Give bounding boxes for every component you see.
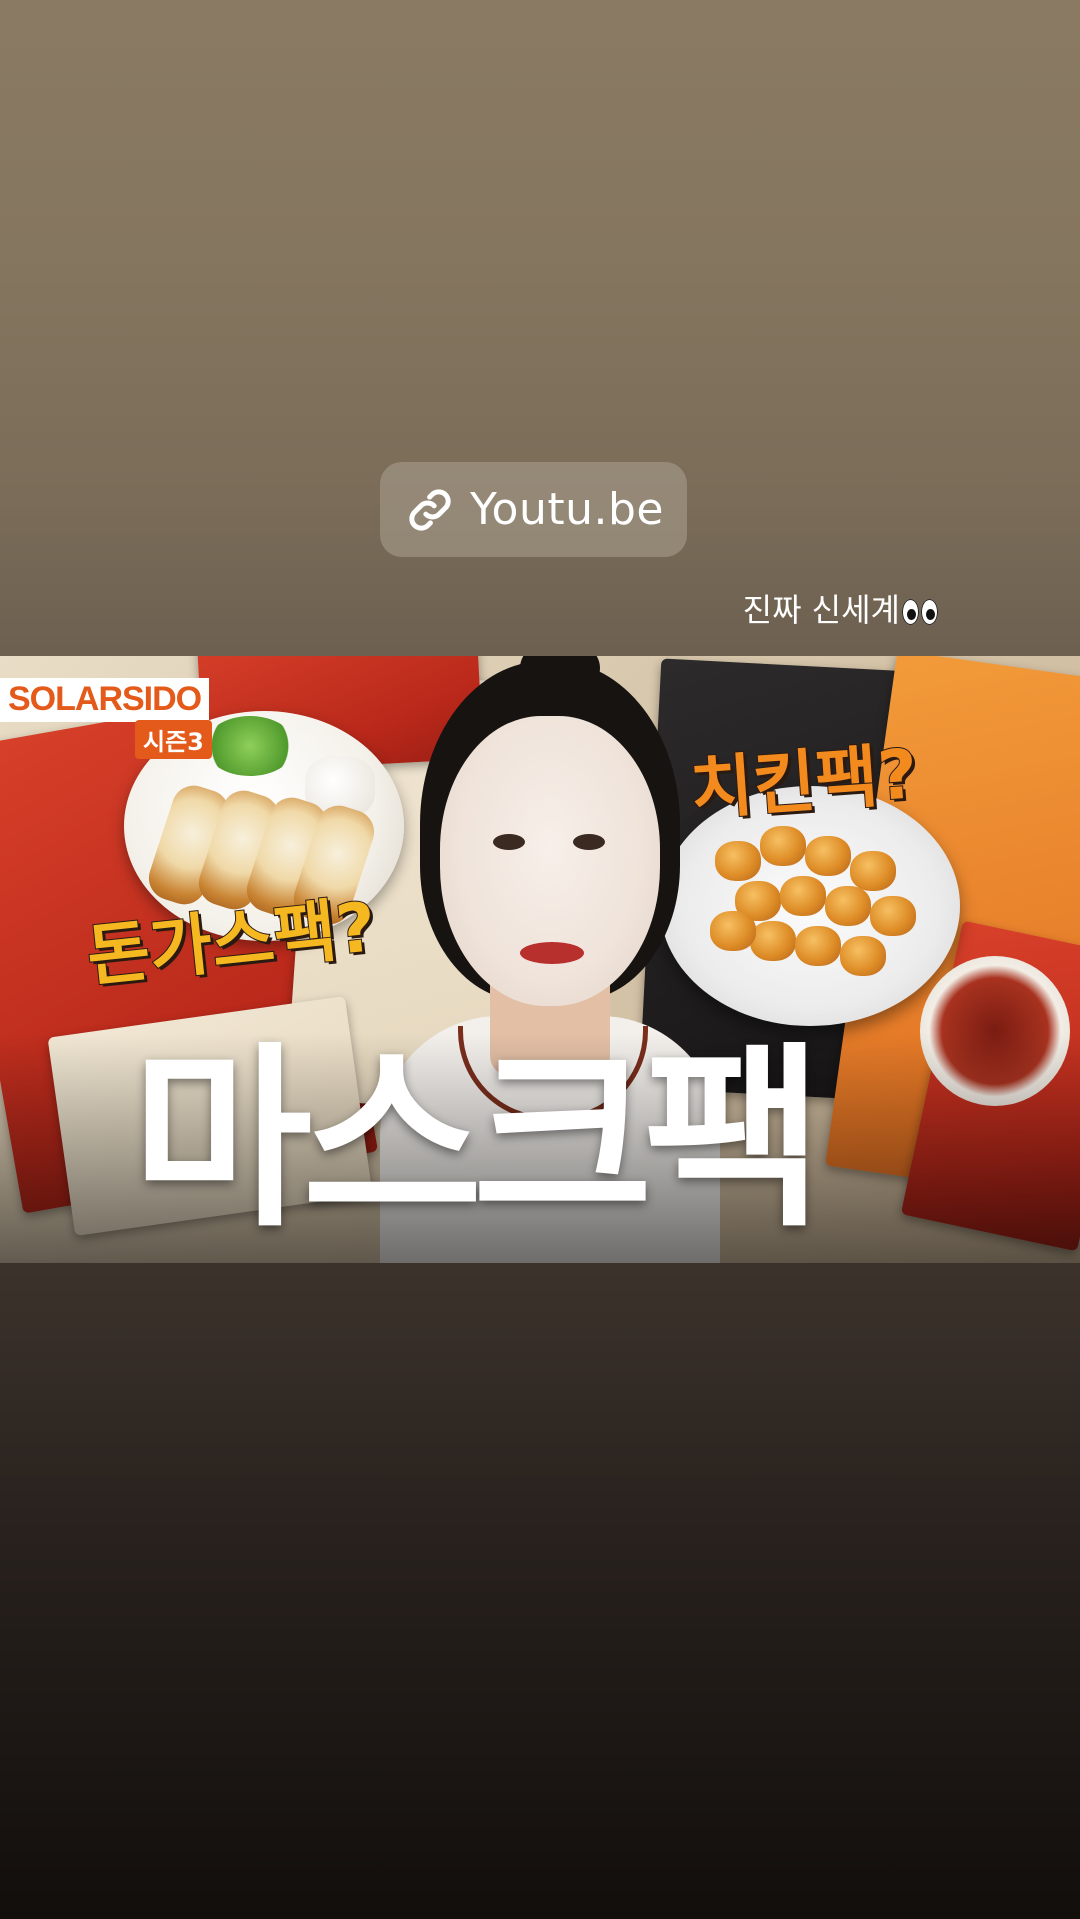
- chicken-nugget: [710, 911, 756, 951]
- chicken-nugget: [780, 876, 826, 916]
- chicken-nugget: [750, 921, 796, 961]
- link-label: Youtu.be: [470, 484, 664, 535]
- chicken-nugget: [805, 836, 851, 876]
- story-caption: 진짜 신세계: [743, 585, 938, 631]
- chicken-nugget: [870, 896, 916, 936]
- chicken-nugget: [840, 936, 886, 976]
- chicken-nugget: [795, 926, 841, 966]
- eyes-emoji-icon: [902, 599, 938, 625]
- chicken-pack-tag: 치킨팩?: [687, 734, 921, 831]
- caption-text: 진짜 신세계: [742, 591, 900, 629]
- link-sticker[interactable]: Youtu.be: [380, 462, 687, 557]
- channel-brand: SOLARSIDO: [0, 678, 210, 722]
- chicken-nugget: [825, 886, 871, 926]
- chicken-nugget: [850, 851, 896, 891]
- chicken-nugget: [715, 841, 761, 881]
- chicken-nugget: [760, 826, 806, 866]
- link-icon: [404, 484, 456, 536]
- season-badge: 시즌3: [135, 720, 212, 759]
- garnish: [205, 716, 295, 776]
- video-thumbnail[interactable]: SOLARSIDO 시즌3 치킨팩? 돈가스팩? 마스크팩: [0, 656, 1080, 1263]
- person-eye: [573, 834, 605, 850]
- person-lips: [520, 942, 584, 964]
- person-eye: [493, 834, 525, 850]
- thumbnail-title: 마스크팩: [132, 1026, 823, 1254]
- story-viewer: Youtu.be 진짜 신세계 SOLARSIDO 시즌3 치킨팩? 돈가스팩?…: [0, 0, 1080, 1919]
